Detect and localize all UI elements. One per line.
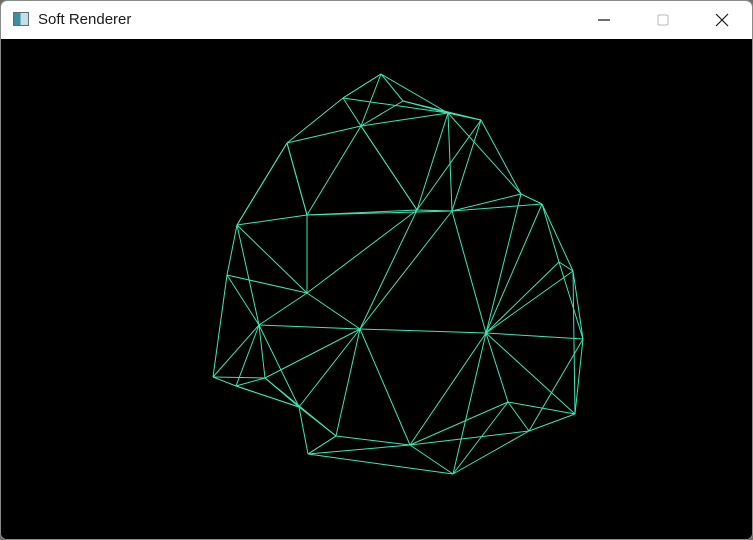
mesh-edge: [298, 406, 309, 455]
mesh-edge: [409, 444, 454, 475]
mesh-edge: [236, 224, 260, 326]
mesh-edge: [258, 324, 361, 330]
mesh-edge: [451, 210, 487, 334]
minimize-button[interactable]: [575, 1, 633, 39]
mesh-edge: [307, 453, 454, 475]
mesh-edge: [258, 292, 308, 326]
window-title: Soft Renderer: [38, 11, 132, 28]
mesh-edge: [447, 112, 522, 195]
mesh-edge: [359, 328, 487, 334]
render-viewport[interactable]: [1, 39, 752, 539]
mesh-edge: [507, 401, 530, 432]
mesh-edge: [212, 274, 228, 378]
wireframe-polyhedron: [212, 73, 584, 475]
mesh-edge: [236, 224, 308, 294]
app-window-icon: [13, 12, 29, 26]
mesh-edge: [485, 261, 560, 334]
mesh-edge: [236, 142, 288, 226]
mesh-edge: [236, 214, 308, 226]
mesh-edge: [307, 444, 411, 455]
mesh-edge: [342, 97, 362, 127]
close-button[interactable]: [693, 1, 751, 39]
mesh-edge: [235, 385, 300, 408]
mesh-edge: [520, 193, 543, 205]
mesh-edge: [360, 112, 449, 127]
mesh-edge: [258, 324, 300, 408]
mesh-edge: [359, 209, 418, 330]
mesh-edge: [359, 210, 453, 330]
mesh-edge: [286, 142, 308, 216]
mesh-edge: [380, 73, 404, 102]
mesh-edge: [541, 203, 560, 263]
mesh-edge: [226, 274, 260, 326]
mesh-edge: [409, 430, 530, 446]
app-window: Soft Renderer: [0, 0, 753, 540]
mesh-edge: [226, 224, 238, 276]
maximize-icon: [657, 14, 669, 26]
mesh-edge: [360, 73, 382, 127]
mesh-edge: [507, 401, 576, 415]
mesh-edge: [306, 292, 361, 330]
mesh-edge: [306, 125, 362, 216]
mesh-edge: [335, 435, 411, 446]
mesh-edge: [359, 328, 411, 446]
mesh-edge: [402, 100, 482, 121]
mesh-edge: [572, 270, 576, 415]
mesh-edge: [528, 413, 576, 432]
mesh-edge: [342, 73, 382, 99]
mesh-edge: [416, 112, 449, 211]
mesh-edge: [264, 377, 337, 437]
mesh-edge: [360, 100, 404, 127]
mesh-edge: [307, 435, 337, 455]
mesh-edge: [212, 376, 266, 379]
close-icon: [715, 13, 729, 27]
minimize-icon: [598, 19, 610, 21]
mesh-edge: [226, 274, 308, 294]
mesh-edge: [264, 328, 361, 379]
mesh-edge: [572, 270, 584, 340]
mesh-edge: [258, 324, 266, 379]
title-bar[interactable]: Soft Renderer: [1, 1, 752, 39]
mesh-edge: [212, 376, 237, 387]
mesh-edge: [360, 125, 418, 211]
mesh-edge: [380, 73, 449, 114]
mesh-edge: [235, 324, 260, 387]
mesh-edge: [306, 209, 418, 294]
mesh-edge: [452, 430, 530, 475]
mesh-edge: [212, 324, 260, 378]
maximize-button[interactable]: [634, 1, 692, 39]
mesh-edge: [558, 261, 584, 340]
mesh-edge: [485, 332, 584, 340]
mesh-edge: [541, 203, 574, 272]
mesh-edge: [235, 377, 266, 387]
